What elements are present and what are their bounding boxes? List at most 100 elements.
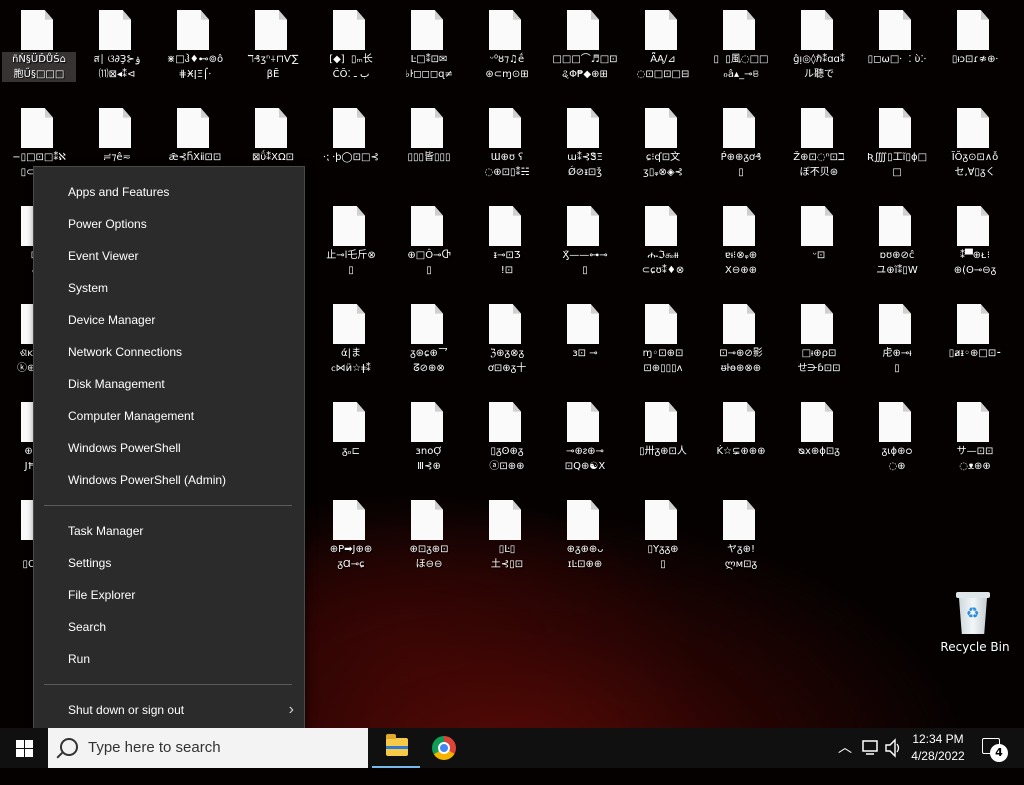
- blank-document-icon: [879, 10, 911, 50]
- desktop-file-icon[interactable]: ส∣ ଓ∂Ҙ⊱ۏ ⑾⊠◂⁑⊲: [78, 0, 156, 96]
- volume-icon[interactable]: [884, 728, 902, 768]
- desktop-file-icon[interactable]: ɐᵼ⁝⊗ᵩ⊕ Ⅹ⊖⊕⊕: [702, 196, 780, 292]
- desktop-file-icon[interactable]: ñŃ§ÜĎŮŚ⌂ 胞Ű§□□□: [0, 0, 78, 96]
- desktop-file-icon[interactable]: [◆] ▯ₘ长 ĈŌ⁚ ب ـ: [312, 0, 390, 96]
- winx-context-menu: Apps and Features Power Options Event View…: [33, 166, 305, 749]
- blank-document-icon: [489, 304, 521, 344]
- taskbar-search-box[interactable]: Type here to search: [48, 728, 368, 768]
- menu-item-settings[interactable]: Settings: [34, 547, 304, 579]
- menu-item-search[interactable]: Search: [34, 611, 304, 643]
- desktop-file-icon[interactable]: Ʀ⨌▯工ĩ▯ϕ□ □: [858, 98, 936, 194]
- desktop-file-icon[interactable]: Ṕ⊕⊕ᵹơ₰ ▯: [702, 98, 780, 194]
- desktop-file-icon[interactable]: ᵻ⊸⊡Ʒ !⊡: [468, 196, 546, 292]
- desktop-file-icon[interactable]: ▯卅ᵹ⊕⊡人: [624, 392, 702, 488]
- desktop-file-icon[interactable]: Ž⊕⊡◌ⁿ⊡ℶ ぼ不贝⊛: [780, 98, 858, 194]
- blank-document-icon: [723, 206, 755, 246]
- desktop-file-icon[interactable]: ሑℑ௯ᵼᵼ ⊂ɕʊ⁑♦⊗: [624, 196, 702, 292]
- desktop-file-icon[interactable]: ▯Yᵹᵹ⊕ ▯: [624, 490, 702, 586]
- blank-document-icon: [255, 10, 287, 50]
- desktop-file-icon[interactable]: サ—⊡⊡ ◌ᴥ⊕⊕: [936, 392, 1014, 488]
- desktop-file-icon[interactable]: ▯ᵹʘ⊕ᵹ ⓐ⊡⊕⊕: [468, 392, 546, 488]
- desktop-file-label: ɕ⁝ʠ⊡文 ʒ▯ᵩ⊗◈⊰: [643, 152, 683, 178]
- desktop-file-icon[interactable]: ɒʊ⊕⊘ĉ ユ⊕ĩ⁑▯W: [858, 196, 936, 292]
- desktop-file-icon[interactable]: ヤᵹ⊕! ლᴍ⊡ᵹ: [702, 490, 780, 586]
- menu-item-shut-down-or-sign-out[interactable]: Shut down or sign out ›: [34, 694, 304, 726]
- menu-item-label: Apps and Features: [68, 185, 170, 199]
- blank-document-icon: [801, 402, 833, 442]
- desktop-file-icon[interactable]: ⊡⊸⊕⊘影 ᵿŀɵ⊕⊗⊕: [702, 294, 780, 390]
- chrome-taskbar-button[interactable]: [420, 728, 468, 768]
- desktop-file-icon[interactable]: ᵹ⊛ɕ⊕乛 ᘔ⊘⊕⊗: [390, 294, 468, 390]
- menu-item-task-manager[interactable]: Task Manager: [34, 515, 304, 547]
- menu-item-computer-management[interactable]: Computer Management: [34, 400, 304, 432]
- desktop-file-icon[interactable]: ά|ま ⲥ⋈ӥ☆ǂ⁑: [312, 294, 390, 390]
- desktop-file-icon[interactable]: Ɯ⊕ʊ ʕ ◌⊕⊡▯⁑☵: [468, 98, 546, 194]
- blank-document-icon: [957, 402, 989, 442]
- show-hidden-icons-button[interactable]: ︿: [838, 728, 852, 768]
- desktop-file-icon[interactable]: Ŀ□⁑⊡✉ ♭ŀ◻◻◻ɋ≠: [390, 0, 468, 96]
- desktop-file-icon[interactable]: ɕ⁝ʠ⊡文 ʒ▯ᵩ⊗◈⊰: [624, 98, 702, 194]
- desktop-file-label: ᵕ⁰ȣ⁊♫ḗ ⊛⊂ɱ⊙⊞: [485, 54, 529, 80]
- menu-item-event-viewer[interactable]: Event Viewer: [34, 240, 304, 272]
- desktop-file-icon[interactable]: ℨ⊕ᵹ⊗ᵹ ơ⊡⊕ᵹ十: [468, 294, 546, 390]
- desktop-file-icon[interactable]: ▯ ▯風◌□□ ℴâ▴_⊸ଞ: [702, 0, 780, 96]
- desktop-file-icon[interactable]: ⊕ᵹ⊕⊕ᴗ ɪĿ⊡⊕⊕: [546, 490, 624, 586]
- desktop-file-label: ▯ᵼɔ⊡ɾ≉⊕⸱: [951, 54, 999, 65]
- desktop-file-icon[interactable]: ⊸⊕ᴤ⊕⊸ ⊡Q⊕☯Ⅹ: [546, 392, 624, 488]
- recycle-symbol-icon: ♻: [966, 604, 980, 622]
- desktop-file-icon[interactable]: ▯▯▯皆▯▯▯: [390, 98, 468, 194]
- recycle-bin-icon[interactable]: ♻ Recycle Bin: [936, 588, 1014, 684]
- clock[interactable]: 12:34 PM 4/28/2022: [906, 731, 970, 765]
- desktop-file-icon[interactable]: □□□⌒♬□⊡ ୡΦ₱◆⊕⊞: [546, 0, 624, 96]
- blank-document-icon: [255, 108, 287, 148]
- desktop-file-icon[interactable]: ᵕ⊡: [780, 196, 858, 292]
- menu-item-file-explorer[interactable]: File Explorer: [34, 579, 304, 611]
- desktop-file-label: [◆] ▯ₘ长 ĈŌ⁚ ب ـ: [329, 54, 373, 80]
- menu-item-label: Disk Management: [68, 377, 165, 391]
- desktop-file-icon[interactable]: ɜnoỢ Ⅲ⊰⊕: [390, 392, 468, 488]
- desktop-file-icon[interactable]: ▯◻⍵□⸱ ⁚ ὺ⁚⸱: [858, 0, 936, 96]
- desktop-file-icon[interactable]: ⁑▀⊕ᴌ⁝ ⊕(ʘ⊸⊖ᵹ: [936, 196, 1014, 292]
- desktop-file-icon[interactable]: ℸ₰ʒⁿ⍭⊓Ѵ∑ βĒ: [234, 0, 312, 96]
- start-button[interactable]: [0, 728, 48, 768]
- desktop-file-label: Ɯ⊕ʊ ʕ ◌⊕⊡▯⁑☵: [484, 152, 530, 178]
- desktop-file-icon[interactable]: ᴓⅹ⊕ɸ⊡ᵹ: [780, 392, 858, 488]
- desktop-file-icon[interactable]: 止⊸ⅼ乇斤⊗ ▯: [312, 196, 390, 292]
- desktop-file-icon[interactable]: □ᵼ⊕ρ⊡ せ⋺ɓ⊡⊡: [780, 294, 858, 390]
- blank-document-icon: [567, 10, 599, 50]
- menu-item-disk-management[interactable]: Disk Management: [34, 368, 304, 400]
- desktop-file-icon[interactable]: ɱ◦⊡⊕⊡ ⊡⊕▯▯▯ʌ: [624, 294, 702, 390]
- desktop-file-icon[interactable]: ⊕P➡J⊕⊕ ᵹⱭ⊸ɕ: [312, 490, 390, 586]
- desktop-file-icon[interactable]: 虍⊕⊸ᵼ ▯: [858, 294, 936, 390]
- desktop-file-icon[interactable]: ⋇□ჰ♦⊷⊚ô ⋕ӾǀΞ⌠⋅: [156, 0, 234, 96]
- menu-item-system[interactable]: System: [34, 272, 304, 304]
- desktop-file-icon[interactable]: ǞĄ∕⊿ ◌⊡□⊡□⊟: [624, 0, 702, 96]
- desktop-file-icon[interactable]: ⸱⁏ ⸱ϸ◯⊡□⊰: [312, 98, 390, 194]
- desktop-file-icon[interactable]: ɜ⊡ ⊸: [546, 294, 624, 390]
- desktop-file-icon[interactable]: ᵹₒ⊏: [312, 392, 390, 488]
- desktop-file-icon[interactable]: Ӽ̃——⊶⊸ ▯: [546, 196, 624, 292]
- desktop-file-icon[interactable]: Ḱ☆⊊⊕⊕⊕: [702, 392, 780, 488]
- desktop-file-icon[interactable]: ▯ⱥᵻ◦⊕□⊡⁃: [936, 294, 1014, 390]
- menu-item-apps-and-features[interactable]: Apps and Features: [34, 176, 304, 208]
- desktop-file-icon[interactable]: ▯Ŀ▯ 土⊰▯⊡: [468, 490, 546, 586]
- menu-item-run[interactable]: Run: [34, 643, 304, 675]
- menu-item-device-manager[interactable]: Device Manager: [34, 304, 304, 336]
- desktop-file-icon[interactable]: ĝᴉ◎◊ℏ⁑ɑɑ⁑ ル聽で: [780, 0, 858, 96]
- menu-item-windows-powershell[interactable]: Windows PowerShell: [34, 432, 304, 464]
- desktop-file-icon[interactable]: ᵹɩɸ⊕ᴑ ◌⊕: [858, 392, 936, 488]
- desktop-file-icon[interactable]: ⊕⊡ᵹ⊕⊡ ほ⊖⊖: [390, 490, 468, 586]
- menu-item-network-connections[interactable]: Network Connections: [34, 336, 304, 368]
- desktop-file-icon[interactable]: ĨŎᵹ⊙⊡∧ỗ セ,∀▯ᵹく: [936, 98, 1014, 194]
- desktop-file-icon[interactable]: ▯ᵼɔ⊡ɾ≉⊕⸱: [936, 0, 1014, 96]
- menu-item-power-options[interactable]: Power Options: [34, 208, 304, 240]
- blank-document-icon: [333, 304, 365, 344]
- menu-item-windows-powershell-admin[interactable]: Windows PowerShell (Admin): [34, 464, 304, 496]
- blank-document-icon: [957, 206, 989, 246]
- file-explorer-taskbar-button[interactable]: [372, 728, 420, 768]
- network-icon[interactable]: [862, 728, 880, 768]
- desktop-file-icon[interactable]: ɯ⁑⊰ᏕΞ Ǿ⊘ᵻ⊡ǯ: [546, 98, 624, 194]
- desktop-file-icon[interactable]: ᵕ⁰ȣ⁊♫ḗ ⊛⊂ɱ⊙⊞: [468, 0, 546, 96]
- desktop-file-icon[interactable]: ⊕□Ô⊸Ⴇ ▯: [390, 196, 468, 292]
- desktop-file-label: ᵕ⊡: [812, 250, 826, 261]
